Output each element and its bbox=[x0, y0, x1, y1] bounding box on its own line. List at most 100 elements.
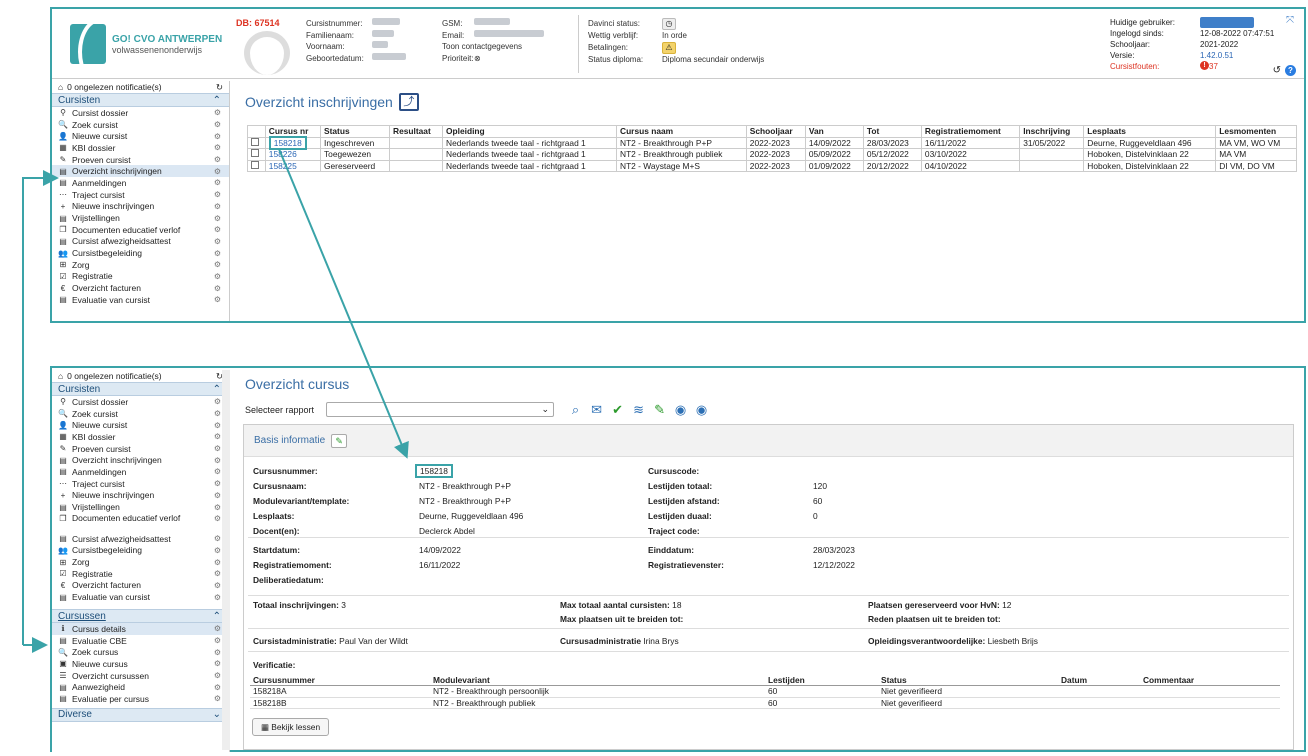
settings-icon[interactable]: ⚙ bbox=[214, 132, 221, 141]
settings-icon[interactable]: ⚙ bbox=[214, 190, 221, 199]
sidebar-item[interactable]: 👥 Cursistbegeleiding ⚙ bbox=[52, 545, 229, 557]
sidebar-item[interactable]: ▦ KBI dossier ⚙ bbox=[52, 431, 229, 443]
certificate-icon[interactable]: ◉ bbox=[671, 401, 690, 418]
current-user-badge[interactable] bbox=[1200, 17, 1254, 28]
sidebar-item[interactable]: + Nieuwe inschrijvingen ⚙ bbox=[52, 490, 229, 502]
column-header[interactable]: Lesmomenten bbox=[1215, 125, 1297, 138]
sidebar-item[interactable]: ▤ Overzicht inschrijvingen ⚙ bbox=[52, 454, 229, 466]
sidebar-item[interactable]: ▤ Cursist afwezigheidsattest ⚙ bbox=[52, 236, 229, 248]
settings-icon[interactable]: ⚙ bbox=[214, 421, 221, 430]
course-number-link[interactable]: 158218 bbox=[268, 135, 307, 150]
sidebar-item[interactable]: 👤 Nieuwe cursist ⚙ bbox=[52, 130, 229, 142]
sidebar-item[interactable]: ❐ Documenten educatief verlof ⚙ bbox=[52, 513, 229, 533]
sidebar-item[interactable]: 🔍 Zoek cursist ⚙ bbox=[52, 119, 229, 131]
settings-icon[interactable]: ⚙ bbox=[214, 249, 221, 258]
pencil-icon[interactable]: ✎ bbox=[650, 401, 669, 418]
section-cursussen[interactable]: Cursussen ⌃ bbox=[52, 609, 229, 623]
edit-icon[interactable]: ✎ bbox=[331, 433, 348, 448]
course-number-link[interactable]: 158225 bbox=[269, 161, 297, 171]
contact-link[interactable]: Toon contactgegevens bbox=[442, 41, 522, 53]
expand-icon[interactable]: ⤧ bbox=[1286, 15, 1294, 26]
sidebar-item[interactable]: ❐ Documenten educatief verlof ⚙ bbox=[52, 224, 229, 236]
settings-icon[interactable]: ⚙ bbox=[214, 636, 221, 645]
column-header[interactable]: Registratiemoment bbox=[920, 125, 1021, 138]
column-header[interactable]: Status bbox=[319, 125, 391, 138]
settings-icon[interactable]: ⚙ bbox=[214, 534, 221, 543]
export-chart-icon[interactable]: ⤴ bbox=[398, 93, 419, 111]
settings-icon[interactable]: ⚙ bbox=[214, 260, 221, 269]
row-checkbox[interactable] bbox=[251, 137, 259, 146]
course-number-link[interactable]: 158226 bbox=[269, 149, 297, 159]
sidebar-item[interactable]: ▤ Evaluatie van cursist ⚙ bbox=[52, 591, 229, 603]
report-select[interactable]: ⌄ bbox=[326, 402, 555, 417]
settings-icon[interactable]: ⚙ bbox=[214, 214, 221, 223]
column-header[interactable]: Lesplaats bbox=[1083, 125, 1217, 138]
sidebar-item[interactable]: ⚲ Cursist dossier ⚙ bbox=[52, 107, 229, 119]
sidebar-item[interactable]: ☑ Registratie ⚙ bbox=[52, 271, 229, 283]
field-value[interactable]: 1.42.0.51 bbox=[1200, 50, 1233, 61]
sidebar-item[interactable]: 🔍 Zoek cursist ⚙ bbox=[52, 408, 229, 420]
sidebar-item[interactable]: ▣ Nieuwe cursus ⚙ bbox=[52, 658, 229, 670]
sidebar-item[interactable]: 👥 Cursistbegeleiding ⚙ bbox=[52, 247, 229, 259]
sidebar-item[interactable]: ▤ Vrijstellingen ⚙ bbox=[52, 212, 229, 224]
sidebar-item[interactable]: € Overzicht facturen ⚙ bbox=[52, 580, 229, 592]
sidebar-item[interactable]: ▤ Aanwezigheid ⚙ bbox=[52, 681, 229, 693]
settings-icon[interactable]: ⚙ bbox=[214, 108, 221, 117]
column-header[interactable]: Opleiding bbox=[442, 125, 618, 138]
settings-icon[interactable]: ⚙ bbox=[214, 155, 221, 164]
settings-icon[interactable]: ⚙ bbox=[214, 558, 221, 567]
settings-icon[interactable]: ⚙ bbox=[214, 593, 221, 602]
settings-icon[interactable]: ⚙ bbox=[214, 581, 221, 590]
search-icon[interactable]: ⌕ bbox=[566, 401, 585, 418]
settings-icon[interactable]: ⚙ bbox=[214, 546, 221, 555]
settings-icon[interactable]: ⚙ bbox=[214, 120, 221, 129]
sidebar-item[interactable]: ☰ Overzicht cursussen ⚙ bbox=[52, 670, 229, 682]
sidebar-item[interactable]: 🔍 Zoek cursus ⚙ bbox=[52, 646, 229, 658]
settings-icon[interactable]: ⚙ bbox=[214, 397, 221, 406]
column-header[interactable] bbox=[247, 125, 266, 138]
refresh-icon[interactable]: ↻ bbox=[216, 82, 223, 93]
double-check-icon[interactable]: ✔ bbox=[608, 401, 627, 418]
sidebar-item[interactable]: ▤ Aanmeldingen ⚙ bbox=[52, 177, 229, 189]
sidebar-item[interactable]: ▤ Aanmeldingen ⚙ bbox=[52, 466, 229, 478]
sidebar-item[interactable]: ▤ Overzicht inschrijvingen ⚙ bbox=[52, 165, 229, 178]
column-header[interactable]: Schooljaar bbox=[745, 125, 806, 138]
sidebar-item[interactable]: ⋯ Traject cursist ⚙ bbox=[52, 189, 229, 201]
table-row[interactable]: 158226 Toegewezen Nederlands tweede taal -… bbox=[247, 148, 1297, 161]
settings-icon[interactable]: ⚙ bbox=[214, 143, 221, 152]
settings-icon[interactable]: ⚙ bbox=[214, 225, 221, 234]
sidebar-item[interactable]: ☑ Registratie ⚙ bbox=[52, 568, 229, 580]
sidebar-item[interactable]: ▤ Evaluatie per cursus ⚙ bbox=[52, 693, 229, 705]
sidebar-item[interactable]: ⋯ Traject cursist ⚙ bbox=[52, 478, 229, 490]
warning-icon[interactable]: ⚠ bbox=[662, 41, 676, 54]
sidebar-item[interactable]: € Overzicht facturen ⚙ bbox=[52, 282, 229, 294]
sidebar-item[interactable]: ▤ Evaluatie van cursist ⚙ bbox=[52, 294, 229, 306]
settings-icon[interactable]: ⚙ bbox=[214, 456, 221, 465]
column-header[interactable]: Resultaat bbox=[389, 125, 444, 138]
certificate-check-icon[interactable]: ◉ bbox=[692, 401, 711, 418]
sidebar-item[interactable]: ▤ Vrijstellingen ⚙ bbox=[52, 501, 229, 513]
settings-icon[interactable]: ⚙ bbox=[214, 671, 221, 680]
settings-icon[interactable]: ⚙ bbox=[214, 444, 221, 453]
column-header[interactable]: Inschrijving bbox=[1019, 125, 1085, 138]
sidebar-item[interactable]: ▤ Cursist afwezigheidsattest ⚙ bbox=[52, 533, 229, 545]
settings-icon[interactable]: ⚙ bbox=[214, 694, 221, 703]
column-header[interactable]: Tot bbox=[862, 125, 922, 138]
row-checkbox[interactable] bbox=[251, 160, 259, 169]
sidebar-item[interactable]: ⊞ Zorg ⚙ bbox=[52, 556, 229, 568]
settings-icon[interactable]: ⚙ bbox=[214, 202, 221, 211]
settings-icon[interactable]: ⚙ bbox=[214, 409, 221, 418]
waves-icon[interactable]: ≋ bbox=[629, 401, 648, 418]
clock-icon[interactable]: ◷ bbox=[662, 18, 676, 30]
settings-icon[interactable]: ⚙ bbox=[214, 467, 221, 476]
settings-icon[interactable]: ⚙ bbox=[214, 295, 221, 304]
field-value[interactable]: 37 bbox=[1209, 61, 1218, 72]
column-header[interactable]: Cursus naam bbox=[616, 125, 747, 138]
section-cursisten[interactable]: Cursisten ⌃ bbox=[52, 93, 229, 107]
column-header[interactable]: Van bbox=[804, 125, 864, 138]
section-diverse[interactable]: Diverse ⌄ bbox=[52, 707, 229, 722]
view-lessons-button[interactable]: ▦ Bekijk lessen bbox=[252, 718, 330, 736]
sidebar-item[interactable]: + Nieuwe inschrijvingen ⚙ bbox=[52, 201, 229, 213]
sidebar-item[interactable]: 👤 Nieuwe cursist ⚙ bbox=[52, 419, 229, 431]
mail-report-icon[interactable]: ✉ bbox=[587, 401, 606, 418]
